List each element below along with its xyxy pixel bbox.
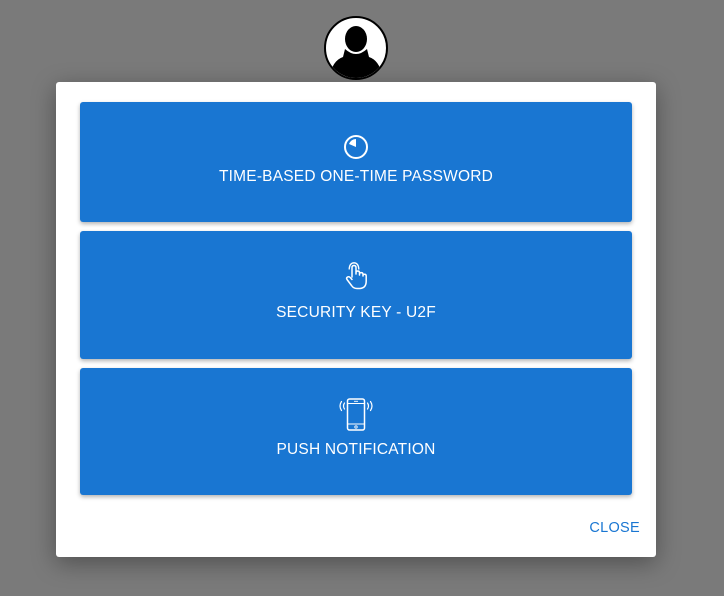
totp-method-button[interactable]: TIME-BASED ONE-TIME PASSWORD bbox=[80, 102, 632, 222]
close-button[interactable]: CLOSE bbox=[589, 520, 640, 536]
screen: TIME-BASED ONE-TIME PASSWORD SECURITY KE… bbox=[0, 0, 724, 596]
second-factor-dialog: TIME-BASED ONE-TIME PASSWORD SECURITY KE… bbox=[56, 82, 656, 557]
push-notification-method-label: PUSH NOTIFICATION bbox=[276, 441, 436, 458]
user-avatar-icon bbox=[323, 15, 389, 81]
touch-hand-icon bbox=[341, 261, 371, 296]
vibrating-phone-icon bbox=[338, 398, 374, 437]
u2f-method-label: SECURITY KEY - U2F bbox=[276, 304, 436, 321]
push-notification-method-button[interactable]: PUSH NOTIFICATION bbox=[80, 368, 632, 495]
u2f-method-button[interactable]: SECURITY KEY - U2F bbox=[80, 231, 632, 359]
timer-icon bbox=[343, 134, 369, 165]
totp-method-label: TIME-BASED ONE-TIME PASSWORD bbox=[219, 168, 493, 185]
